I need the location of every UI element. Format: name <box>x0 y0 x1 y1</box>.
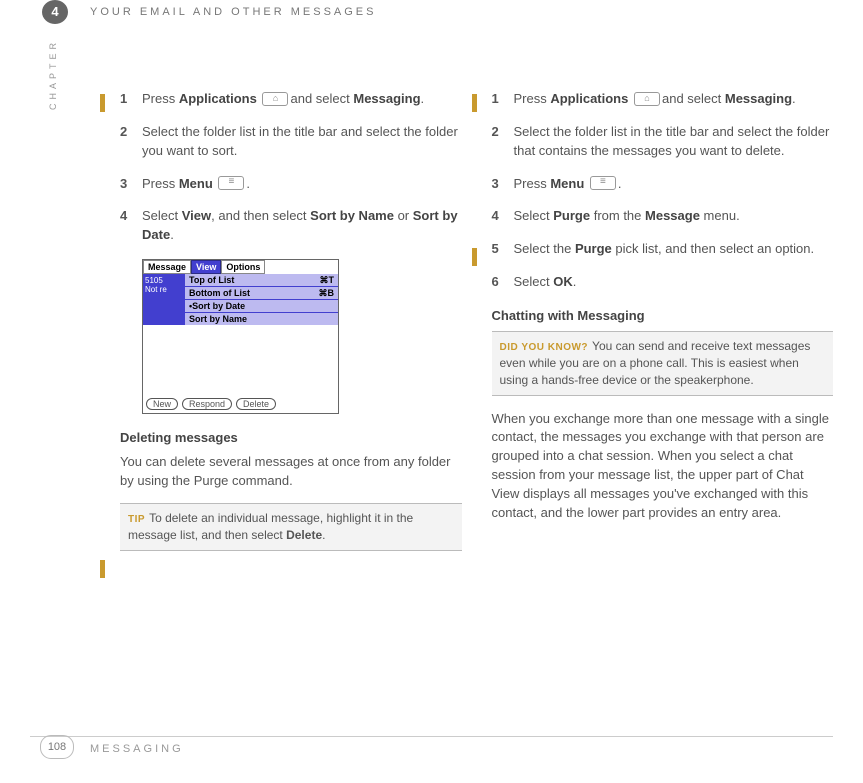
device-screenshot: Message View Options 5105 Not re Top of … <box>142 259 339 414</box>
step-text: Select the folder list in the title bar … <box>514 123 834 161</box>
step-item: 2 Select the folder list in the title ba… <box>492 123 834 161</box>
ss-sidebar: 5105 Not re <box>143 274 185 325</box>
step-number: 3 <box>492 175 514 194</box>
footer-divider <box>30 736 833 737</box>
body-paragraph: When you exchange more than one message … <box>492 410 834 523</box>
step-text: Select the Purge pick list, and then sel… <box>514 240 834 259</box>
ss-new-button: New <box>146 398 178 410</box>
ss-respond-button: Respond <box>182 398 232 410</box>
step-item: 1 Press Applications and select Messagin… <box>492 90 834 109</box>
ss-delete-button: Delete <box>236 398 276 410</box>
page-number: 108 <box>40 735 74 759</box>
ss-tab-options: Options <box>221 260 265 274</box>
tip-label: TIP <box>128 514 145 525</box>
chapter-side-label: CHAPTER <box>48 40 58 110</box>
step-item: 5 Select the Purge pick list, and then s… <box>492 240 834 259</box>
right-column: 1 Press Applications and select Messagin… <box>492 90 834 551</box>
accent-bar <box>472 248 477 266</box>
step-number: 2 <box>492 123 514 161</box>
step-item: 3 Press Menu . <box>120 175 462 194</box>
section-heading-chatting: Chatting with Messaging <box>492 308 834 323</box>
tip-box: TIPTo delete an individual message, high… <box>120 503 462 551</box>
step-text: Press Menu . <box>142 175 462 194</box>
home-key-icon <box>634 92 660 106</box>
step-number: 3 <box>120 175 142 194</box>
did-you-know-box: DID YOU KNOW?You can send and receive te… <box>492 331 834 396</box>
step-text: Press Applications and select Messaging. <box>142 90 462 109</box>
step-number: 1 <box>120 90 142 109</box>
step-number: 5 <box>492 240 514 259</box>
accent-bar <box>472 94 477 112</box>
footer-section-label: MESSAGING <box>90 743 184 755</box>
home-key-icon <box>262 92 288 106</box>
step-item: 3 Press Menu . <box>492 175 834 194</box>
step-text: Select View, and then select Sort by Nam… <box>142 207 462 245</box>
step-text: Select OK. <box>514 273 834 292</box>
ss-tab-view: View <box>191 260 221 274</box>
step-text: Select the folder list in the title bar … <box>142 123 462 161</box>
accent-bar <box>100 94 105 112</box>
step-number: 6 <box>492 273 514 292</box>
step-number: 4 <box>120 207 142 245</box>
accent-bar <box>100 560 105 578</box>
step-item: 4 Select Purge from the Message menu. <box>492 207 834 226</box>
section-paragraph: You can delete several messages at once … <box>120 453 462 491</box>
step-text: Press Applications and select Messaging. <box>514 90 834 109</box>
ss-tab-message: Message <box>143 260 191 274</box>
section-heading-deleting: Deleting messages <box>120 430 462 445</box>
dyk-label: DID YOU KNOW? <box>500 342 589 353</box>
chapter-number-badge: 4 <box>42 0 68 24</box>
left-column: 1 Press Applications and select Messagin… <box>120 90 462 551</box>
step-item: 4 Select View, and then select Sort by N… <box>120 207 462 245</box>
step-number: 1 <box>492 90 514 109</box>
step-number: 4 <box>492 207 514 226</box>
step-item: 1 Press Applications and select Messagin… <box>120 90 462 109</box>
step-item: 2 Select the folder list in the title ba… <box>120 123 462 161</box>
page-header-title: YOUR EMAIL AND OTHER MESSAGES <box>90 6 376 18</box>
step-text: Select Purge from the Message menu. <box>514 207 834 226</box>
step-item: 6 Select OK. <box>492 273 834 292</box>
step-number: 2 <box>120 123 142 161</box>
step-text: Press Menu . <box>514 175 834 194</box>
menu-key-icon <box>590 176 616 190</box>
ss-dropdown-menu: Top of List ⌘T Bottom of List ⌘B •Sort b… <box>185 274 338 325</box>
menu-key-icon <box>218 176 244 190</box>
